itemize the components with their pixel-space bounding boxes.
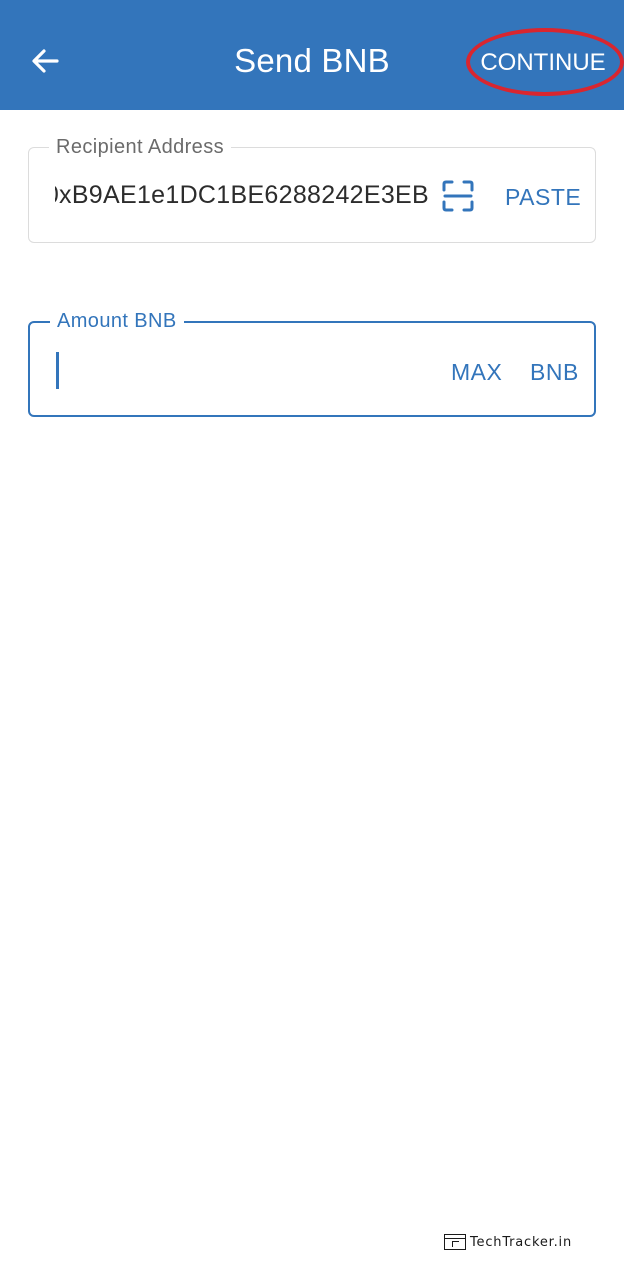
amount-input[interactable] <box>56 349 426 389</box>
browser-cursor-icon <box>444 1234 466 1250</box>
watermark: TechTracker.in <box>444 1234 572 1250</box>
qr-scan-icon <box>442 180 474 212</box>
recipient-address-label: Recipient Address <box>49 134 232 160</box>
paste-button[interactable]: PASTE <box>505 184 581 211</box>
qr-scan-button[interactable] <box>441 179 475 213</box>
text-cursor <box>56 352 59 389</box>
continue-button[interactable]: CONTINUE <box>472 45 614 81</box>
amount-label: Amount BNB <box>50 308 184 334</box>
amount-field[interactable]: Amount BNB MAX BNB <box>28 308 596 417</box>
back-arrow-icon <box>32 49 59 73</box>
recipient-address-input[interactable]: 0xB9AE1e1DC1BE6288242E3EB <box>55 181 429 210</box>
currency-unit-button[interactable]: BNB <box>530 359 579 386</box>
back-button[interactable] <box>22 38 68 84</box>
app-bar: Send BNB CONTINUE <box>0 0 624 110</box>
watermark-text: TechTracker.in <box>470 1234 573 1250</box>
max-button[interactable]: MAX <box>451 359 502 386</box>
recipient-address-field[interactable]: Recipient Address 0xB9AE1e1DC1BE6288242E… <box>28 134 596 243</box>
